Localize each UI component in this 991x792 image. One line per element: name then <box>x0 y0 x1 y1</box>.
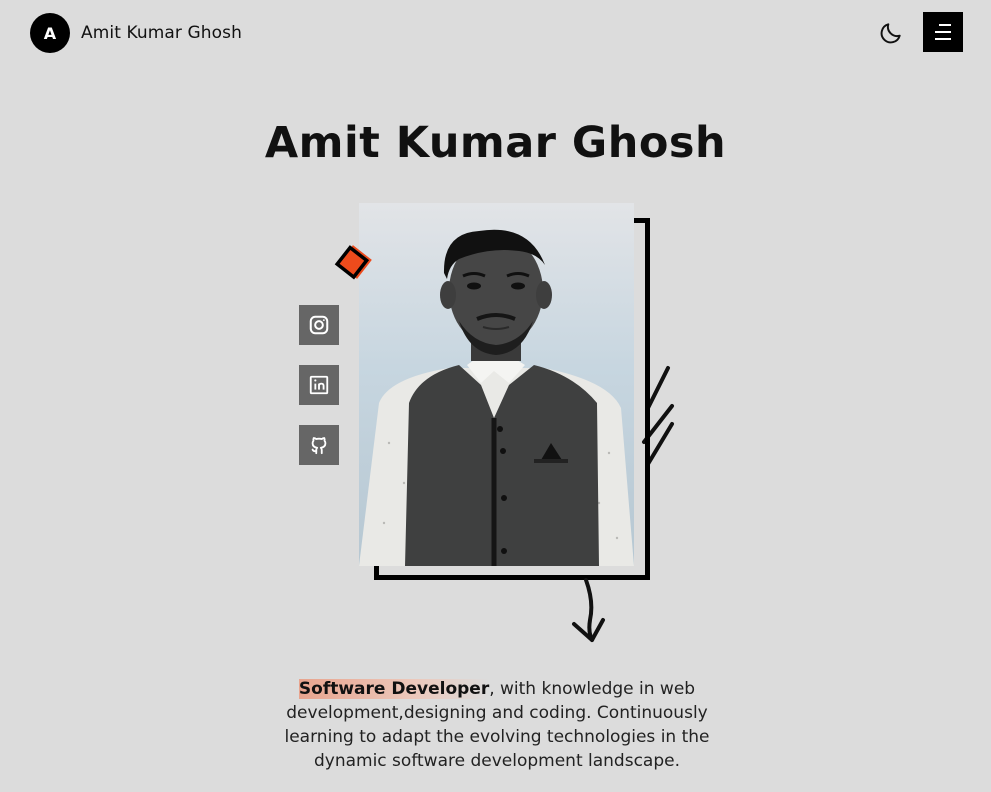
linkedin-button[interactable] <box>299 365 339 405</box>
diamond-decoration <box>334 245 372 280</box>
moon-icon <box>880 23 901 44</box>
curly-arrow-decoration <box>572 578 605 642</box>
role-highlight: Software Developer <box>298 679 490 699</box>
instagram-icon <box>309 315 329 335</box>
header-bar: A Amit Kumar Ghosh <box>0 0 991 66</box>
instagram-button[interactable] <box>299 305 339 345</box>
page-title: Amit Kumar Ghosh <box>264 118 727 168</box>
brand-name: Amit Kumar Ghosh <box>81 23 243 43</box>
github-icon <box>311 437 327 455</box>
bio-text: Software Developer, with knowledge in we… <box>266 677 728 773</box>
brand-avatar: A <box>30 13 70 53</box>
github-button[interactable] <box>299 425 339 465</box>
hamburger-menu-icon <box>935 24 951 40</box>
brand-link[interactable]: A Amit Kumar Ghosh <box>30 13 242 53</box>
portrait-illustration <box>359 229 634 566</box>
menu-button[interactable] <box>923 12 963 52</box>
theme-toggle-button[interactable] <box>876 18 906 48</box>
profile-photo <box>359 203 634 566</box>
linkedin-icon <box>309 375 329 395</box>
